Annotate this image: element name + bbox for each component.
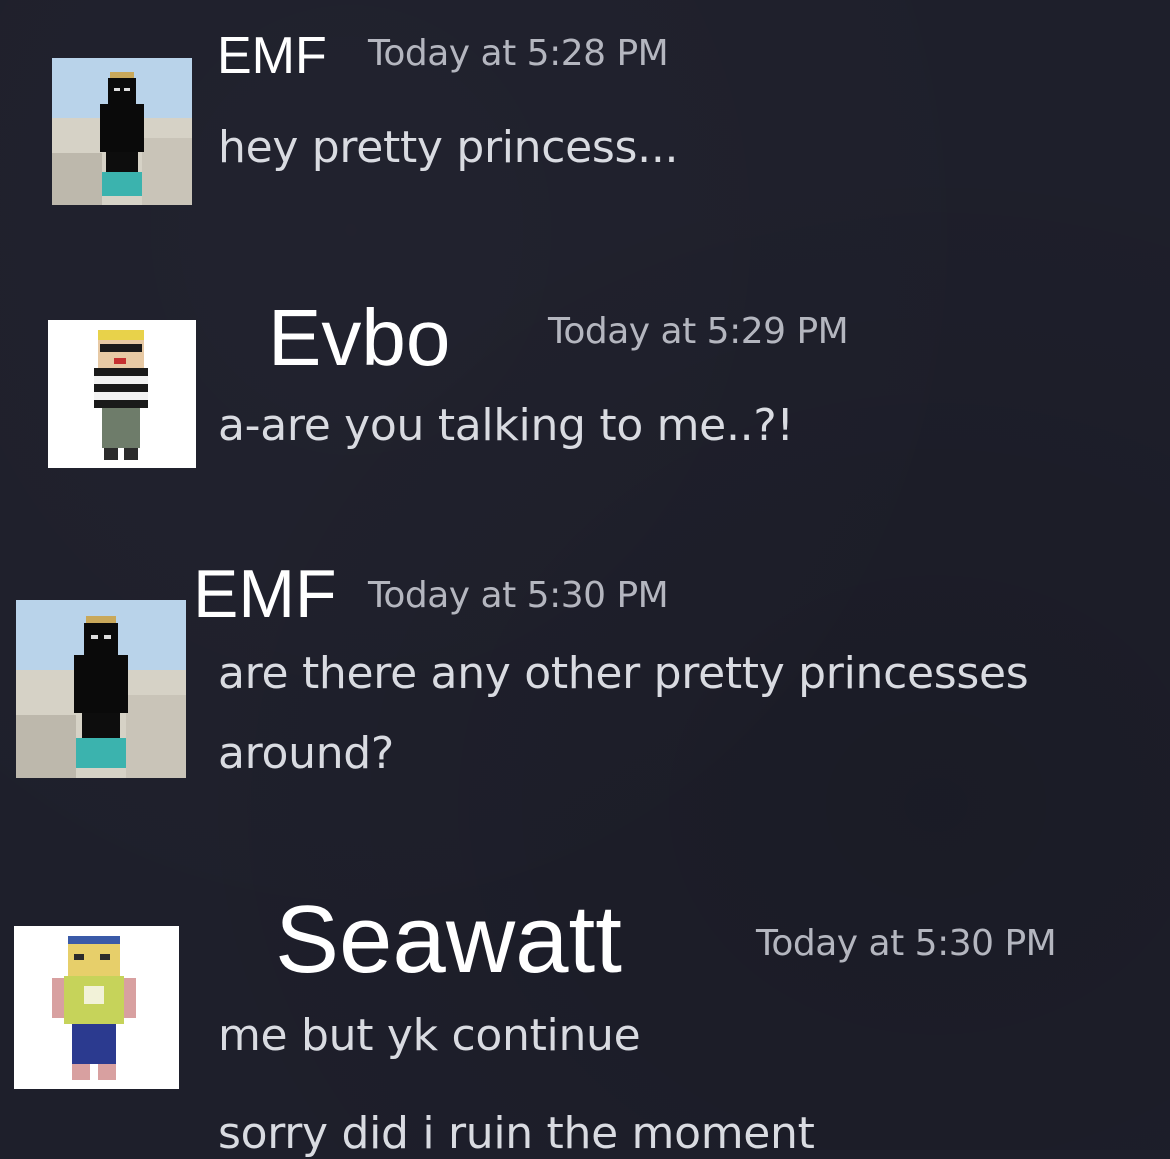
- minecraft-skin-black-crown-avatar-icon: [52, 58, 192, 205]
- username[interactable]: EMF: [217, 30, 327, 82]
- message-text: me but yk continue: [218, 1010, 641, 1061]
- timestamp: Today at 5:30 PM: [756, 923, 1057, 964]
- message-text: are there any other pretty princesses: [218, 648, 1029, 699]
- timestamp: Today at 5:28 PM: [368, 33, 669, 74]
- timestamp: Today at 5:30 PM: [368, 575, 669, 616]
- avatar-emf[interactable]: [52, 58, 192, 205]
- message-text: around?: [218, 728, 394, 779]
- message-text: hey pretty princess...: [218, 122, 679, 173]
- message-text: sorry did i ruin the moment: [218, 1108, 815, 1159]
- username[interactable]: Seawatt: [275, 892, 622, 988]
- avatar-emf[interactable]: [16, 600, 186, 778]
- avatar-evbo[interactable]: [48, 320, 196, 468]
- username[interactable]: EMF: [193, 560, 337, 628]
- avatar-seawatt[interactable]: [14, 926, 179, 1089]
- message-text: a-are you talking to me..?!: [218, 400, 794, 451]
- timestamp: Today at 5:29 PM: [548, 311, 849, 352]
- minecraft-skin-yellow-green-avatar-icon: [14, 926, 179, 1089]
- minecraft-skin-striped-sunglasses-avatar-icon: [48, 320, 196, 468]
- username[interactable]: Evbo: [268, 298, 450, 378]
- minecraft-skin-black-crown-avatar-icon: [16, 600, 186, 778]
